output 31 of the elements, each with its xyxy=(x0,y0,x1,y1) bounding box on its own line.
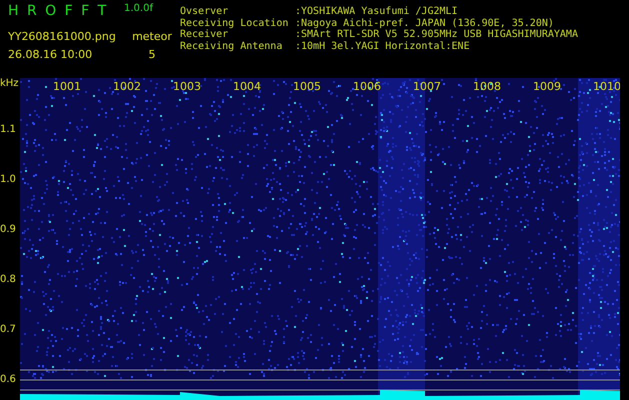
unit-label: kHz xyxy=(0,78,20,91)
info-label: Receiving Antenna xyxy=(180,40,284,52)
time-label: 1009 xyxy=(533,80,561,93)
time-label: 1002 xyxy=(113,80,141,93)
info-label: Receiver xyxy=(180,29,230,40)
time-label: 1003 xyxy=(173,80,201,93)
time-label: 1007 xyxy=(413,80,441,93)
axis-label: 0.6 xyxy=(0,374,16,386)
time-label: 1006 xyxy=(353,80,381,93)
time-label: 1008 xyxy=(473,80,501,93)
axis-label: 1.1 xyxy=(0,124,16,136)
info-value: :10mH 3el.YAGI Horizontal:ENE xyxy=(295,40,471,52)
time-label: 1010 xyxy=(593,80,620,93)
version-label: 1.0.0f xyxy=(124,2,154,16)
time-label: 1004 xyxy=(233,80,261,93)
meteor-label: meteor xyxy=(132,30,172,44)
time-label: 1005 xyxy=(293,80,321,93)
info-value: :Nagoya Aichi-pref. JAPAN (136.90E, 35.20N) xyxy=(295,18,555,29)
axis-label: 0.9 xyxy=(0,224,16,236)
info-label: Ovserver xyxy=(180,6,230,18)
file-name: YY2608161000.png xyxy=(8,30,116,44)
app-title: H R O F F T xyxy=(8,2,106,21)
info-label: Receiving Location xyxy=(180,18,290,29)
axis-label: 0.8 xyxy=(0,274,16,286)
time-label: 1001 xyxy=(53,80,81,93)
info-value: :YOSHIKAWA Yasufumi /JG2MLI xyxy=(295,6,459,18)
meteor-count: 5 xyxy=(148,48,156,62)
date-time: 26.08.16 10:00 xyxy=(8,48,92,62)
axis-label: 1.0 xyxy=(0,174,16,186)
axis-label: 0.7 xyxy=(0,324,16,336)
info-value: :SMArt RTL-SDR V5 52.905MHz USB HIGASHIMURAYAMA xyxy=(295,29,578,40)
